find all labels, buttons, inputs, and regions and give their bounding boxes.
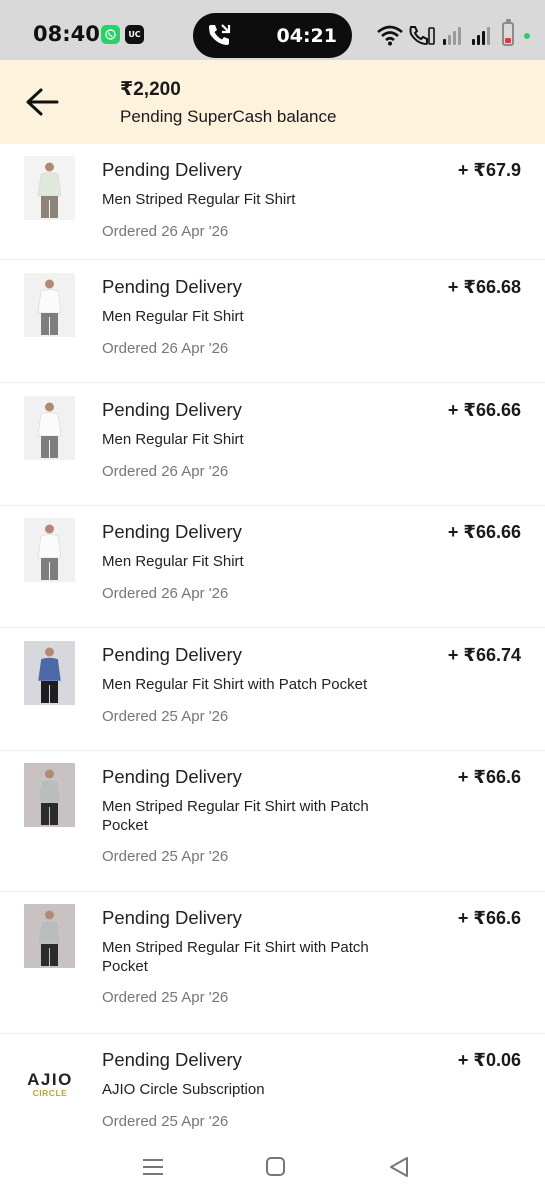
- transaction-row[interactable]: AJIO CIRCLE Pending Delivery + ₹0.06 AJIO Ci…: [0, 1034, 545, 1134]
- supercash-balance-amount: ₹2,200: [120, 79, 181, 100]
- back-triangle-icon[interactable]: [385, 1154, 415, 1180]
- page-header: ₹2,200 Pending SuperCash balance: [0, 60, 545, 144]
- ajio-logo-text: AJIO: [27, 1069, 73, 1089]
- status-time: 08:40: [33, 22, 100, 46]
- supercash-amount: + ₹66.66: [447, 400, 521, 420]
- order-date: Ordered 25 Apr '26: [102, 1113, 229, 1130]
- delivery-status-title: Pending Delivery: [102, 521, 242, 542]
- system-nav-bar: [0, 1134, 545, 1200]
- transaction-row[interactable]: Pending Delivery + ₹66.6 Men Striped Regul…: [0, 751, 545, 892]
- supercash-amount: + ₹66.6: [457, 908, 521, 928]
- back-button[interactable]: [22, 82, 62, 122]
- call-timer: 04:21: [276, 25, 337, 47]
- product-name: AJIO Circle Subscription: [102, 1081, 265, 1098]
- signal-strength-sim2-icon: [472, 25, 490, 45]
- uc-browser-icon: UC: [125, 25, 144, 44]
- order-date: Ordered 26 Apr '26: [102, 340, 229, 357]
- product-name: Men Striped Regular Fit Shirt with Patch…: [102, 798, 369, 834]
- transaction-row[interactable]: Pending Delivery + ₹66.6 Men Striped Regul…: [0, 892, 545, 1034]
- supercash-amount: + ₹67.9: [457, 160, 521, 180]
- battery-icon: [502, 19, 514, 46]
- product-thumbnail[interactable]: [24, 763, 75, 827]
- transaction-list[interactable]: Pending Delivery + ₹67.9 Men Striped Regul…: [0, 144, 545, 1134]
- signal-strength-sim1-icon: [443, 25, 461, 45]
- order-date: Ordered 26 Apr '26: [102, 223, 229, 240]
- delivery-status-title: Pending Delivery: [102, 644, 242, 665]
- whatsapp-icon: [101, 25, 120, 44]
- delivery-status-title: Pending Delivery: [102, 159, 242, 180]
- home-square-icon[interactable]: [261, 1154, 291, 1180]
- product-name: Men Striped Regular Fit Shirt: [102, 191, 296, 208]
- volte-call-icon: [409, 26, 435, 46]
- transaction-row[interactable]: Pending Delivery + ₹66.66 Men Regular Fit …: [0, 384, 545, 506]
- product-name: Men Regular Fit Shirt: [102, 308, 244, 325]
- transaction-row[interactable]: Pending Delivery + ₹66.74 Men Regular Fit …: [0, 629, 545, 751]
- back-arrow-icon: [26, 88, 59, 116]
- supercash-balance-label: Pending SuperCash balance: [120, 107, 337, 126]
- transaction-row[interactable]: Pending Delivery + ₹67.9 Men Striped Regul…: [0, 144, 545, 260]
- order-date: Ordered 25 Apr '26: [102, 848, 229, 865]
- product-thumbnail[interactable]: [24, 641, 75, 705]
- menu-icon[interactable]: [138, 1154, 168, 1180]
- delivery-status-title: Pending Delivery: [102, 907, 242, 928]
- product-name: Men Regular Fit Shirt: [102, 553, 244, 570]
- supercash-amount: + ₹66.66: [447, 522, 521, 542]
- order-date: Ordered 25 Apr '26: [102, 989, 229, 1006]
- ongoing-call-pill[interactable]: 04:21: [193, 13, 352, 58]
- order-date: Ordered 26 Apr '26: [102, 585, 229, 602]
- product-name: Men Regular Fit Shirt with Patch Pocket: [102, 676, 368, 693]
- supercash-amount: + ₹66.74: [447, 645, 521, 665]
- product-thumbnail[interactable]: [24, 518, 75, 582]
- product-thumbnail[interactable]: [24, 273, 75, 337]
- delivery-status-title: Pending Delivery: [102, 399, 242, 420]
- ajio-circle-logo-text: CIRCLE: [32, 1087, 68, 1098]
- phone-call-icon: [209, 24, 231, 45]
- delivery-status-title: Pending Delivery: [102, 1049, 242, 1070]
- supercash-amount: + ₹0.06: [457, 1050, 521, 1070]
- ajio-circle-logo: AJIO CIRCLE: [22, 1064, 78, 1104]
- order-date: Ordered 25 Apr '26: [102, 708, 229, 725]
- transaction-row[interactable]: Pending Delivery + ₹66.68 Men Regular Fit …: [0, 261, 545, 383]
- privacy-indicator-dot: [524, 33, 530, 39]
- supercash-amount: + ₹66.6: [457, 767, 521, 787]
- delivery-status-title: Pending Delivery: [102, 766, 242, 787]
- supercash-amount: + ₹66.68: [447, 277, 521, 297]
- transaction-row[interactable]: Pending Delivery + ₹66.66 Men Regular Fit …: [0, 506, 545, 628]
- product-name: Men Striped Regular Fit Shirt with Patch…: [102, 939, 369, 975]
- status-bar: 08:40 UC 04:21: [0, 0, 545, 60]
- delivery-status-title: Pending Delivery: [102, 276, 242, 297]
- order-date: Ordered 26 Apr '26: [102, 463, 229, 480]
- wifi-icon: [377, 25, 403, 46]
- product-thumbnail[interactable]: [24, 904, 75, 968]
- product-thumbnail[interactable]: [24, 396, 75, 460]
- product-name: Men Regular Fit Shirt: [102, 431, 244, 448]
- product-thumbnail[interactable]: [24, 156, 75, 220]
